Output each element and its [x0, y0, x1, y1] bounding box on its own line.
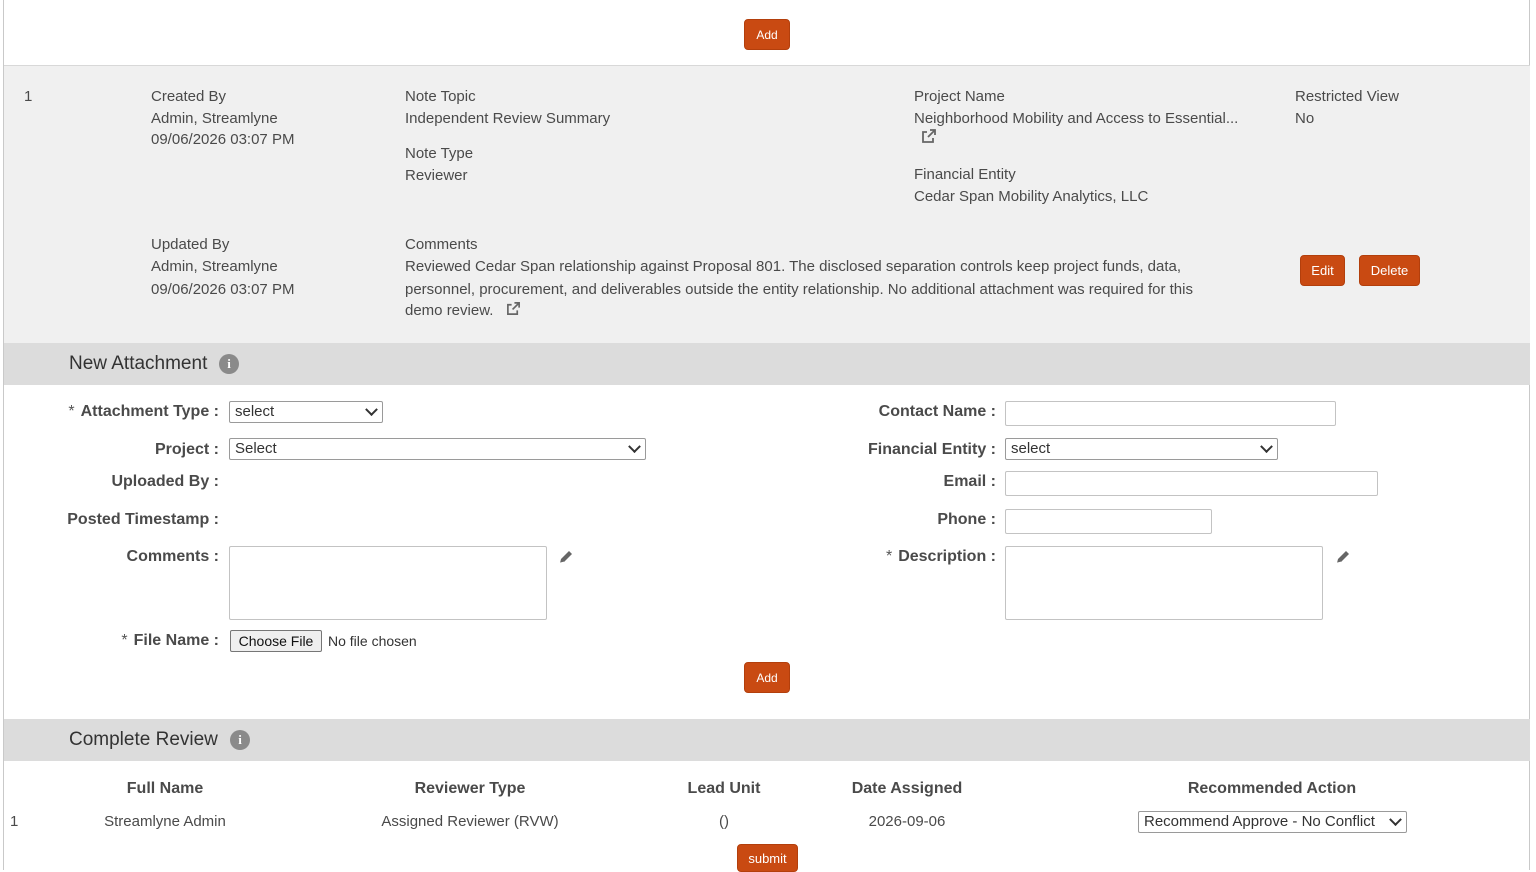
comments-line-1: Reviewed Cedar Span relationship against… — [405, 258, 1182, 275]
chevron-down-icon — [1389, 813, 1402, 827]
column-header-full-name: Full Name — [126, 780, 204, 797]
uploaded-by-label: Uploaded By : — [111, 473, 219, 490]
comments-label: Comments — [405, 236, 478, 253]
column-header-reviewer-type: Reviewer Type — [414, 780, 526, 797]
comments-line-2: personnel, procurement, and deliverables… — [405, 281, 1193, 298]
section-title: Complete Review — [69, 729, 218, 750]
external-link-icon[interactable] — [921, 128, 937, 144]
edit-note-button[interactable]: Edit — [1300, 255, 1345, 286]
description-label: * Description : — [885, 548, 996, 565]
note-type-value: Reviewer — [405, 167, 468, 184]
external-link-icon[interactable] — [506, 301, 521, 316]
chevron-down-icon — [1260, 440, 1273, 454]
note-topic-label: Note Topic — [405, 88, 476, 105]
contact-name-input[interactable] — [1005, 401, 1336, 426]
complete-review-header: Complete Review i — [4, 719, 1530, 761]
add-note-button[interactable]: Add — [744, 19, 790, 50]
restricted-view-label: Restricted View — [1295, 88, 1399, 105]
updated-by-time: 09/06/2026 03:07 PM — [151, 281, 295, 298]
project-name-value: Neighborhood Mobility and Access to Esse… — [914, 110, 1239, 127]
submit-button[interactable]: submit — [737, 844, 798, 872]
description-textarea[interactable] — [1005, 546, 1323, 620]
column-header-lead-unit: Lead Unit — [687, 780, 761, 797]
info-icon[interactable]: i — [219, 354, 239, 374]
email-input[interactable] — [1005, 471, 1378, 496]
required-marker: * — [885, 548, 893, 565]
comments-line-3: demo review. — [405, 302, 494, 319]
contact-name-label: Contact Name : — [878, 403, 996, 420]
note-record: 1 Created By Admin, Streamlyne 09/06/202… — [4, 65, 1530, 344]
note-type-label: Note Type — [405, 145, 474, 162]
project-label: Project : — [154, 441, 219, 458]
pencil-icon[interactable] — [557, 548, 575, 566]
comments-textarea[interactable] — [229, 546, 547, 620]
add-attachment-button[interactable]: Add — [744, 662, 790, 693]
created-by-time: 09/06/2026 03:07 PM — [151, 131, 295, 148]
posted-timestamp-label: Posted Timestamp : — [67, 511, 219, 528]
attachment-type-select[interactable]: select — [229, 401, 383, 423]
chevron-down-icon — [628, 440, 641, 454]
financial-entity-select[interactable]: select — [1005, 438, 1278, 460]
created-by-name: Admin, Streamlyne — [151, 110, 278, 127]
phone-input[interactable] — [1005, 509, 1212, 534]
date-assigned-cell: 2026-09-06 — [868, 813, 946, 830]
project-name-label: Project Name — [914, 88, 1005, 105]
updated-by-label: Updated By — [151, 236, 230, 253]
chevron-down-icon — [365, 403, 378, 417]
no-file-text: No file chosen — [328, 633, 417, 649]
file-name-label: * File Name : — [121, 632, 219, 649]
info-icon[interactable]: i — [230, 730, 250, 750]
created-by-label: Created By — [151, 88, 227, 105]
required-marker: * — [121, 632, 128, 649]
new-attachment-header: New Attachment i — [4, 343, 1530, 385]
row-index: 1 — [10, 813, 19, 830]
financial-entity-value: Cedar Span Mobility Analytics, LLC — [914, 188, 1149, 205]
phone-label: Phone : — [937, 511, 996, 528]
recommended-action-select[interactable]: Recommend Approve - No Conflict — [1138, 811, 1407, 833]
financial-entity-field-label: Financial Entity : — [867, 441, 996, 458]
email-label: Email : — [943, 473, 996, 490]
financial-entity-label: Financial Entity — [914, 166, 1016, 183]
pencil-icon[interactable] — [1334, 548, 1352, 566]
choose-file-button[interactable]: Choose File — [230, 630, 322, 652]
lead-unit-cell: () — [719, 813, 729, 830]
comments-line-3-wrap: demo review. — [405, 300, 521, 321]
updated-by-name: Admin, Streamlyne — [151, 258, 278, 275]
full-name-cell: Streamlyne Admin — [104, 813, 226, 830]
comments-field-label: Comments : — [126, 548, 219, 565]
required-marker: * — [68, 403, 75, 420]
note-index: 1 — [24, 88, 33, 105]
project-select[interactable]: Select — [229, 438, 646, 460]
reviewer-type-cell: Assigned Reviewer (RVW) — [381, 813, 559, 830]
section-title: New Attachment — [69, 353, 208, 374]
restricted-view-value: No — [1295, 110, 1315, 127]
delete-note-button[interactable]: Delete — [1359, 255, 1420, 286]
column-header-recommended-action: Recommended Action — [1187, 780, 1357, 797]
attachment-type-label: * Attachment Type : — [68, 403, 219, 420]
column-header-date-assigned: Date Assigned — [851, 780, 963, 797]
note-topic-value: Independent Review Summary — [405, 110, 611, 127]
